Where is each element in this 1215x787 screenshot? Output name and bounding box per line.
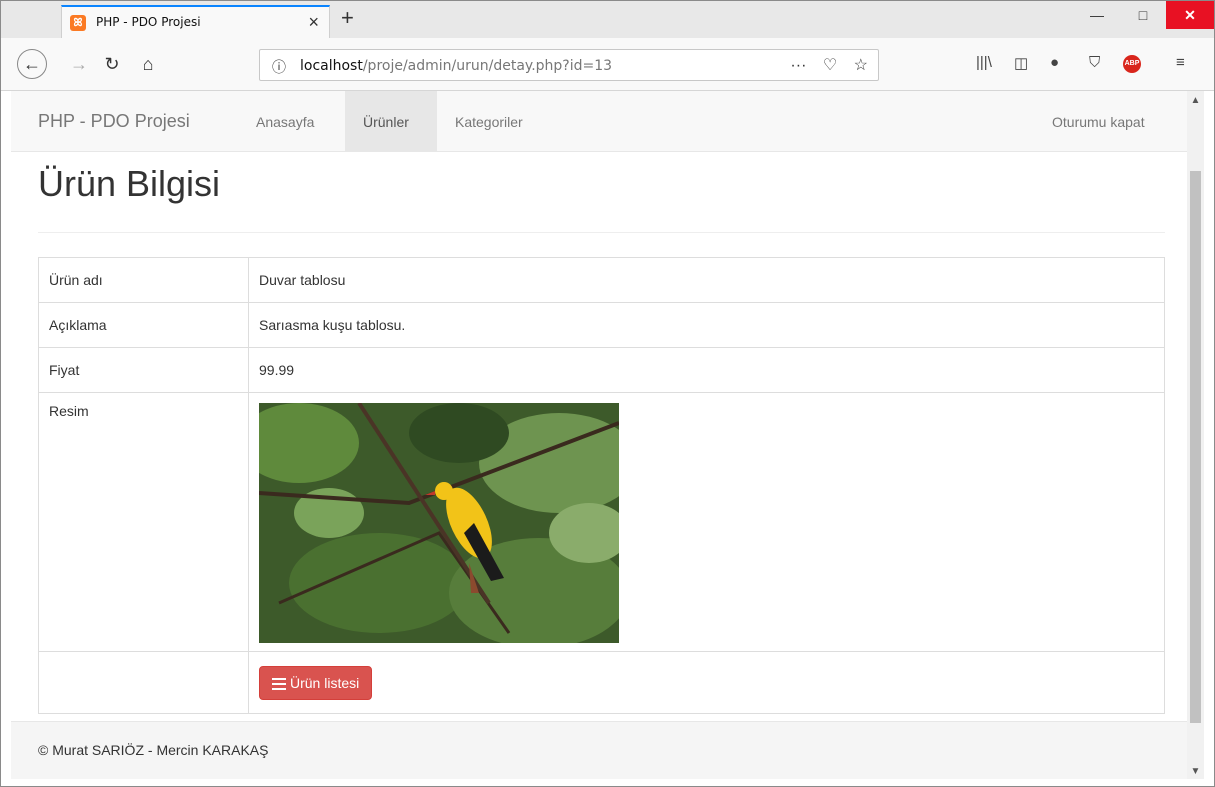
footer-credits: © Murat SARIÖZ - Mercin KARAKAŞ [38,742,269,758]
title-divider [38,232,1165,233]
browser-toolbar: ← → ↻ ⌂ ⓘ localhost/proje/admin/urun/det… [1,38,1214,91]
close-tab-icon[interactable]: × [308,12,319,33]
scroll-down-icon[interactable]: ▼ [1187,766,1204,777]
home-icon[interactable]: ⌂ [133,49,163,79]
table-row: Resim [38,392,1165,652]
url-host: localhost [300,58,363,74]
product-image-label: Resim [38,392,249,652]
nav-products-link[interactable]: Ürünler [363,114,409,130]
nav-home-link[interactable]: Anasayfa [256,114,314,130]
tab-title: PHP - PDO Projesi [96,15,201,29]
product-detail-table: Ürün adı Duvar tablosu Açıklama Sarıasma… [38,257,1165,714]
product-desc-value: Sarıasma kuşu tablosu. [248,302,1165,348]
product-name-value: Duvar tablosu [248,257,1165,303]
nav-categories-link[interactable]: Kategoriler [455,114,523,130]
forward-icon[interactable]: → [64,49,94,79]
scroll-thumb[interactable] [1190,171,1201,723]
product-list-button-label: Ürün listesi [290,674,360,691]
product-image [239,401,639,648]
adblock-icon[interactable]: ABP [1123,55,1141,73]
page-title: Ürün Bilgisi [38,163,221,204]
pocket-icon[interactable]: ♡ [823,57,837,74]
browser-window: ꕤ PHP - PDO Projesi × + — □ ✕ ← → ↻ ⌂ ⓘ … [0,0,1215,787]
site-navbar: PHP - PDO Projesi Anasayfa Ürünler Kateg… [11,91,1187,152]
bookmark-star-icon[interactable]: ☆ [854,57,868,74]
product-name-label: Ürün adı [38,257,249,303]
product-desc-label: Açıklama [38,302,249,348]
shield-icon[interactable]: ⛉ [1089,54,1100,71]
page-actions-icon[interactable]: ··· [790,57,806,74]
minimize-button[interactable]: — [1074,1,1120,29]
table-row: Ürün listesi [38,651,1165,714]
button-cell: Ürün listesi [248,651,1165,714]
empty-cell [38,651,249,714]
scroll-up-icon[interactable]: ▲ [1187,95,1204,106]
menu-icon[interactable]: ≡ [1176,54,1185,71]
sidebar-icon[interactable]: ◫ [1014,54,1028,72]
tab-bar: ꕤ PHP - PDO Projesi × + — □ ✕ [1,1,1214,38]
table-row: Fiyat 99.99 [38,347,1165,393]
browser-tab[interactable]: ꕤ PHP - PDO Projesi × [61,5,330,38]
url-path: /proje/admin/urun/detay.php?id=13 [362,58,613,74]
vertical-scrollbar[interactable]: ▲ ▼ [1187,91,1204,779]
new-tab-icon[interactable]: + [341,5,354,31]
maximize-button[interactable]: □ [1120,1,1166,29]
page-viewport: PHP - PDO Projesi Anasayfa Ürünler Kateg… [11,91,1187,779]
product-list-button[interactable]: Ürün listesi [259,665,373,700]
site-info-icon[interactable]: ⓘ [272,57,286,77]
product-price-label: Fiyat [38,347,249,393]
list-icon [272,677,286,690]
logout-link[interactable]: Oturumu kapat [1052,114,1145,130]
product-image-cell [239,392,1165,652]
product-price-value: 99.99 [248,347,1165,393]
site-brand[interactable]: PHP - PDO Projesi [38,111,190,132]
library-icon[interactable]: |||\ [976,54,992,71]
reload-icon[interactable]: ↻ [97,49,127,79]
table-row: Açıklama Sarıasma kuşu tablosu. [38,302,1165,348]
extension-icon[interactable]: ● [1050,54,1059,71]
address-bar[interactable]: ⓘ localhost/proje/admin/urun/detay.php?i… [259,49,879,81]
table-row: Ürün adı Duvar tablosu [38,257,1165,303]
url-text[interactable]: localhost/proje/admin/urun/detay.php?id=… [300,58,612,74]
page-footer: © Murat SARIÖZ - Mercin KARAKAŞ [11,721,1187,779]
close-window-button[interactable]: ✕ [1166,1,1214,29]
back-icon[interactable]: ← [17,49,47,79]
xampp-icon: ꕤ [70,15,86,31]
